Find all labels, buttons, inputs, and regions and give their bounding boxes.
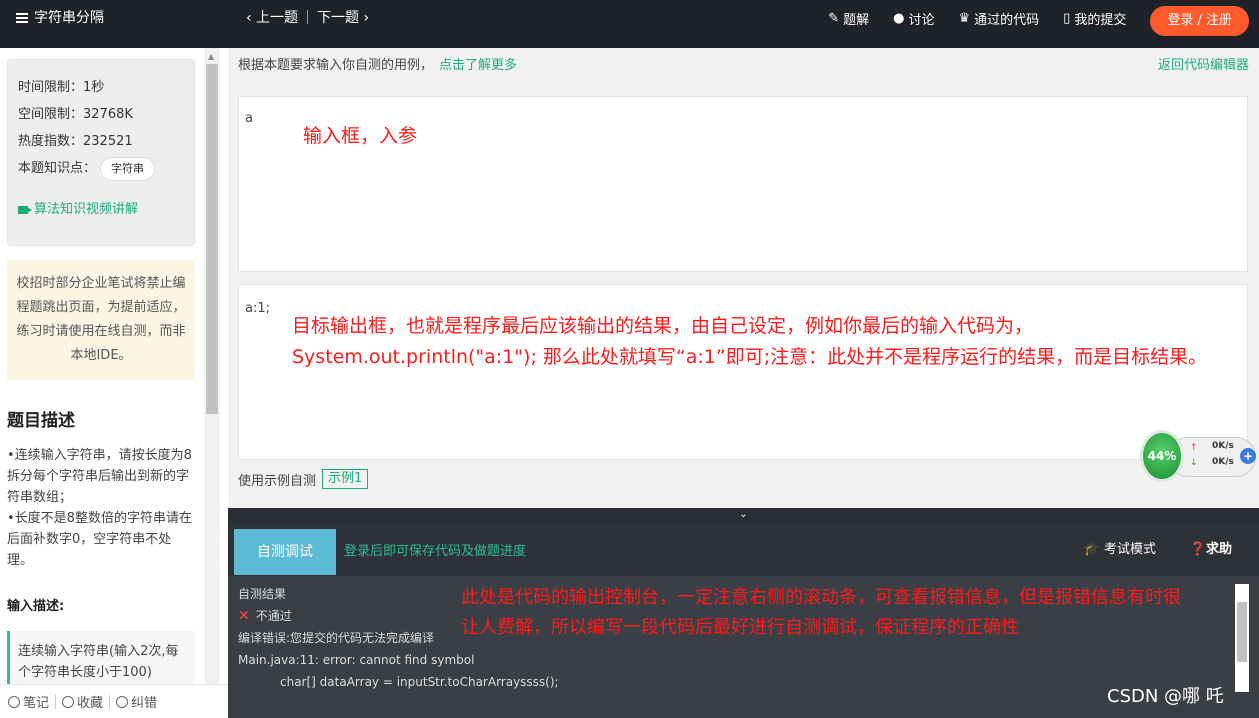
input-description-heading: 输入描述:	[7, 599, 65, 614]
scroll-up-icon[interactable]: ▲	[208, 52, 214, 61]
chat-icon: ●	[893, 10, 905, 26]
file-icon: ▯	[1063, 10, 1071, 26]
knowledge-tag[interactable]: 字符串	[100, 157, 156, 181]
input-annotation: 输入框，入参	[303, 125, 418, 147]
example-row: 使用示例自测 示例1	[238, 469, 369, 489]
space-limit: 空间限制：32768K	[18, 107, 133, 122]
self-test-button[interactable]: 自测调试	[234, 529, 336, 575]
error-code-line: char[] dataArray = inputStr.toCharArrays…	[280, 675, 559, 689]
exam-warning: 校招时部分企业笔试将禁止编程题跳出页面，为提前适应，练习时请使用在线自测，而非本…	[7, 260, 195, 380]
console-panel: ⌄ 自测调试 登录后即可保存代码及做题进度 🎓 考试模式 ❓求助 自测结果 ✕ 不…	[228, 508, 1259, 718]
trophy-icon: ♛	[958, 10, 971, 26]
footer-divider	[109, 694, 111, 709]
help-button[interactable]: ❓求助	[1190, 538, 1232, 557]
result-status: 不通过	[255, 609, 292, 623]
footer-divider	[55, 694, 57, 709]
upload-speed: 0K/s	[1212, 441, 1234, 451]
prev-problem-link[interactable]: ‹ 上一题	[246, 10, 298, 26]
problem-nav: ‹ 上一题 下一题 ›	[246, 0, 369, 36]
console-annotation-line-1: 此处是代码的输出控制台，一定注意右侧的滚动条，可查看报错信息，但是报错信息有时很	[461, 587, 1181, 608]
network-usage-ball: 44%	[1140, 430, 1184, 482]
discussion-link[interactable]: ● 讨论	[893, 9, 934, 28]
question-icon: ❓	[1189, 542, 1206, 557]
favorite-button[interactable]: 收藏	[62, 692, 103, 711]
back-to-editor-link[interactable]: 返回代码编辑器	[1158, 48, 1249, 84]
notes-button[interactable]: 笔记	[8, 692, 49, 711]
problem-title[interactable]: 字符串分隔	[16, 0, 104, 36]
next-problem-link[interactable]: 下一题 ›	[317, 10, 369, 26]
expected-output-box[interactable]: a:1; 目标输出框，也就是程序最后应该输出的结果，由自己设定，例如你最后的输入…	[238, 284, 1248, 460]
output-annotation-line-2: System.out.println("a:1"); 那么此处就填写“a:1”即…	[292, 346, 1208, 368]
csdn-watermark: CSDN @哪 吒	[1107, 686, 1224, 707]
test-input-box[interactable]: a 输入框，入参	[238, 96, 1248, 272]
edit-circle-icon	[116, 695, 129, 708]
sidebar-scrollbar[interactable]: ▲	[204, 48, 220, 688]
top-bar: 字符串分隔 ‹ 上一题 下一题 › ✎ 题解 ● 讨论 ♛ 通过的代码 ▯ 我的提交 登录…	[0, 0, 1259, 48]
report-error-button[interactable]: 纠错	[116, 692, 157, 711]
download-arrow-icon: ↓	[1190, 458, 1198, 468]
passed-code-link-label: 通过的代码	[974, 12, 1040, 28]
input-description: 连续输入字符串(输入2次,每个字符串长度小于100)	[7, 631, 195, 691]
nav-divider	[307, 10, 309, 24]
fail-x-icon: ✕	[238, 608, 250, 624]
favorite-label: 收藏	[77, 696, 104, 711]
problem-info-box: 时间限制：1秒 空间限制：32768K 热度指数：232521 本题知识点： 字符…	[7, 59, 195, 246]
knowledge-row: 本题知识点： 字符串	[18, 155, 184, 182]
test-input-value: a	[245, 111, 253, 126]
notes-label: 笔记	[23, 696, 50, 711]
problem-title-text: 字符串分隔	[34, 10, 104, 26]
exam-mode-button[interactable]: 🎓 考试模式	[1084, 538, 1156, 557]
description-line: •长度不是8整数倍的字符串请在后面补数字0，空字符串不处理。	[7, 511, 192, 568]
console-annotation-line-2: 让人费解，所以编写一段代码后最好进行自测调试，保证程序的正确性	[461, 617, 1019, 638]
video-explanation-link[interactable]: 算法知识视频讲解	[18, 196, 184, 223]
exam-mode-label: 考试模式	[1103, 542, 1156, 557]
console-scroll-thumb[interactable]	[1237, 602, 1247, 662]
discussion-link-label: 讨论	[908, 12, 935, 28]
login-register-button[interactable]: 登录 / 注册	[1150, 6, 1249, 36]
heat-index: 热度指数：232521	[18, 134, 133, 149]
solution-link[interactable]: ✎ 题解	[828, 9, 869, 28]
hint-bar: 根据本题要求输入你自测的用例， 点击了解更多 返回代码编辑器	[228, 48, 1259, 84]
example-1-tag[interactable]: 示例1	[322, 469, 369, 489]
description-text: •连续输入字符串，请按长度为8拆分每个字符串后输出到新的字符串数组； •长度不是…	[7, 445, 193, 571]
console-scrollbar[interactable]	[1235, 584, 1249, 692]
video-link-label: 算法知识视频讲解	[34, 202, 139, 217]
console-toolbar: 自测调试 登录后即可保存代码及做题进度 🎓 考试模式 ❓求助	[228, 522, 1259, 576]
collapse-console-toggle[interactable]: ⌄	[228, 508, 1259, 522]
my-submissions-link-label: 我的提交	[1074, 12, 1127, 28]
sidebar-footer: 笔记 收藏 纠错	[0, 684, 228, 718]
network-speed-widget[interactable]: 44% ↑ ↓ 0K/s 0K/s +	[1140, 430, 1258, 484]
error-line: Main.java:11: error: cannot find symbol	[238, 653, 475, 667]
expected-output-value: a:1;	[245, 301, 270, 316]
plus-icon[interactable]: +	[1240, 448, 1256, 464]
problem-sidebar: 时间限制：1秒 空间限制：32768K 热度指数：232521 本题知识点： 字符…	[0, 48, 228, 718]
hint-text: 根据本题要求输入你自测的用例，	[238, 58, 434, 73]
report-error-label: 纠错	[131, 696, 158, 711]
edit-icon: ✎	[828, 10, 840, 26]
learn-more-link[interactable]: 点击了解更多	[439, 58, 517, 73]
chevron-down-icon: ⌄	[739, 509, 748, 520]
graduation-cap-icon: 🎓	[1083, 542, 1104, 557]
solution-link-label: 题解	[843, 12, 870, 28]
example-label: 使用示例自测	[238, 473, 317, 489]
note-icon	[8, 695, 20, 708]
favorite-icon	[62, 695, 75, 708]
output-annotation-line-1: 目标输出框，也就是程序最后应该输出的结果，由自己设定，例如你最后的输入代码为，	[292, 315, 1034, 337]
video-camera-icon	[18, 205, 32, 214]
console-output: 自测结果 ✕ 不通过 编译错误:您提交的代码无法完成编译 Main.java:11…	[228, 576, 1259, 718]
knowledge-label: 本题知识点：	[18, 161, 97, 176]
sidebar-scroll-thumb[interactable]	[206, 64, 218, 414]
my-submissions-link[interactable]: ▯ 我的提交	[1063, 9, 1126, 28]
main-panel: 根据本题要求输入你自测的用例， 点击了解更多 返回代码编辑器 a 输入框，入参 a…	[228, 48, 1259, 718]
login-save-hint[interactable]: 登录后即可保存代码及做题进度	[344, 540, 526, 559]
menu-icon[interactable]	[16, 13, 28, 23]
description-line: •连续输入字符串，请按长度为8拆分每个字符串后输出到新的字符串数组；	[7, 448, 192, 505]
upload-arrow-icon: ↑	[1190, 443, 1198, 453]
passed-code-link[interactable]: ♛ 通过的代码	[959, 9, 1040, 28]
time-limit: 时间限制：1秒	[18, 80, 105, 95]
top-links: ✎ 题解 ● 讨论 ♛ 通过的代码 ▯ 我的提交 登录 / 注册	[828, 0, 1259, 36]
description-heading: 题目描述	[7, 411, 75, 431]
help-label: 求助	[1205, 542, 1232, 557]
download-speed: 0K/s	[1212, 457, 1234, 467]
